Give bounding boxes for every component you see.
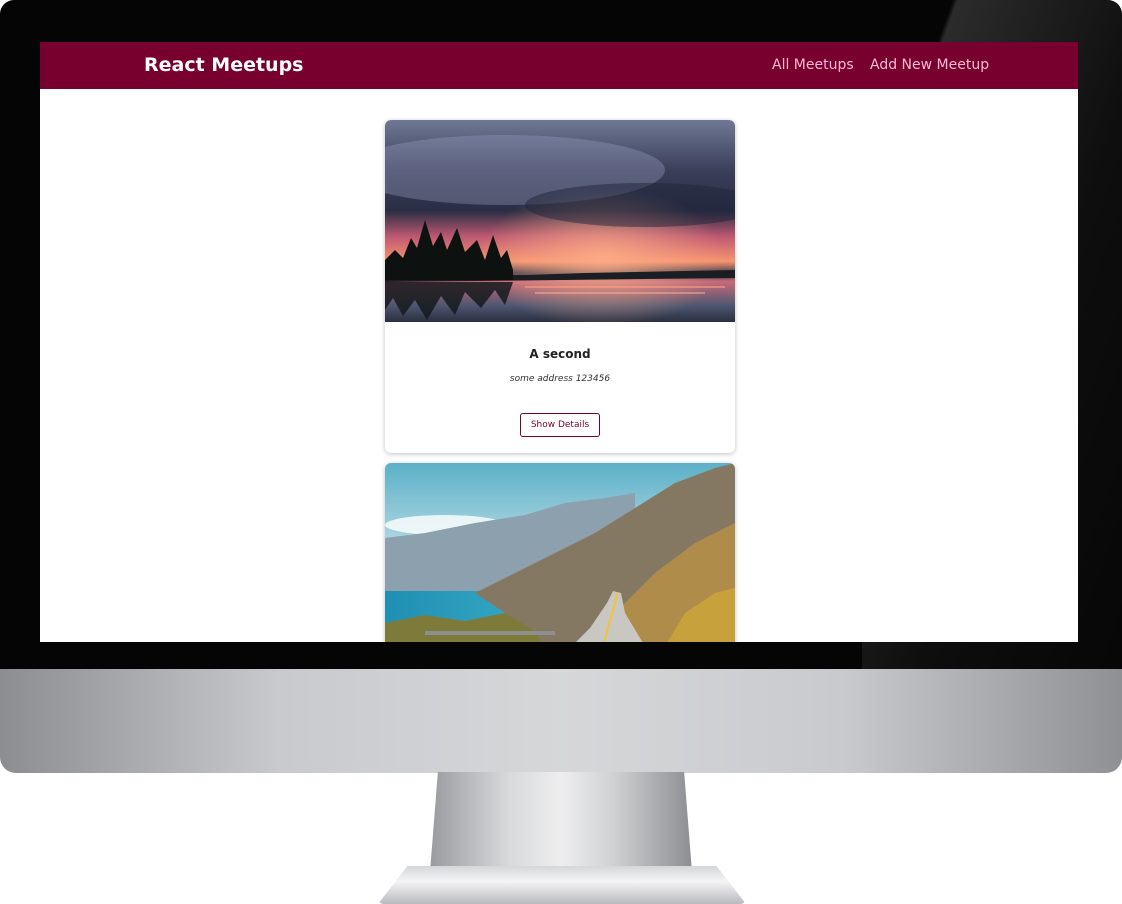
main-header: React Meetups All Meetups Add New Meetup xyxy=(40,42,1078,89)
app-logo[interactable]: React Meetups xyxy=(144,54,304,76)
monitor-stand-neck xyxy=(430,772,692,872)
monitor-stand-foot xyxy=(378,866,746,904)
meetup-card: A second some address 123456 Show Detail… xyxy=(385,120,735,453)
show-details-button[interactable]: Show Details xyxy=(520,413,600,437)
nav-link-all-meetups[interactable]: All Meetups xyxy=(772,57,854,73)
meetup-address: some address 123456 xyxy=(509,374,611,384)
monitor-chin xyxy=(0,669,1122,773)
meetup-image-coastal-road xyxy=(385,463,735,642)
app-screen: React Meetups All Meetups Add New Meetup xyxy=(40,42,1078,642)
nav-link-add-new-meetup[interactable]: Add New Meetup xyxy=(870,57,989,73)
meetup-title: A second xyxy=(529,347,591,361)
meetup-image-sunset-lake xyxy=(385,120,735,322)
meetup-card xyxy=(385,463,735,642)
